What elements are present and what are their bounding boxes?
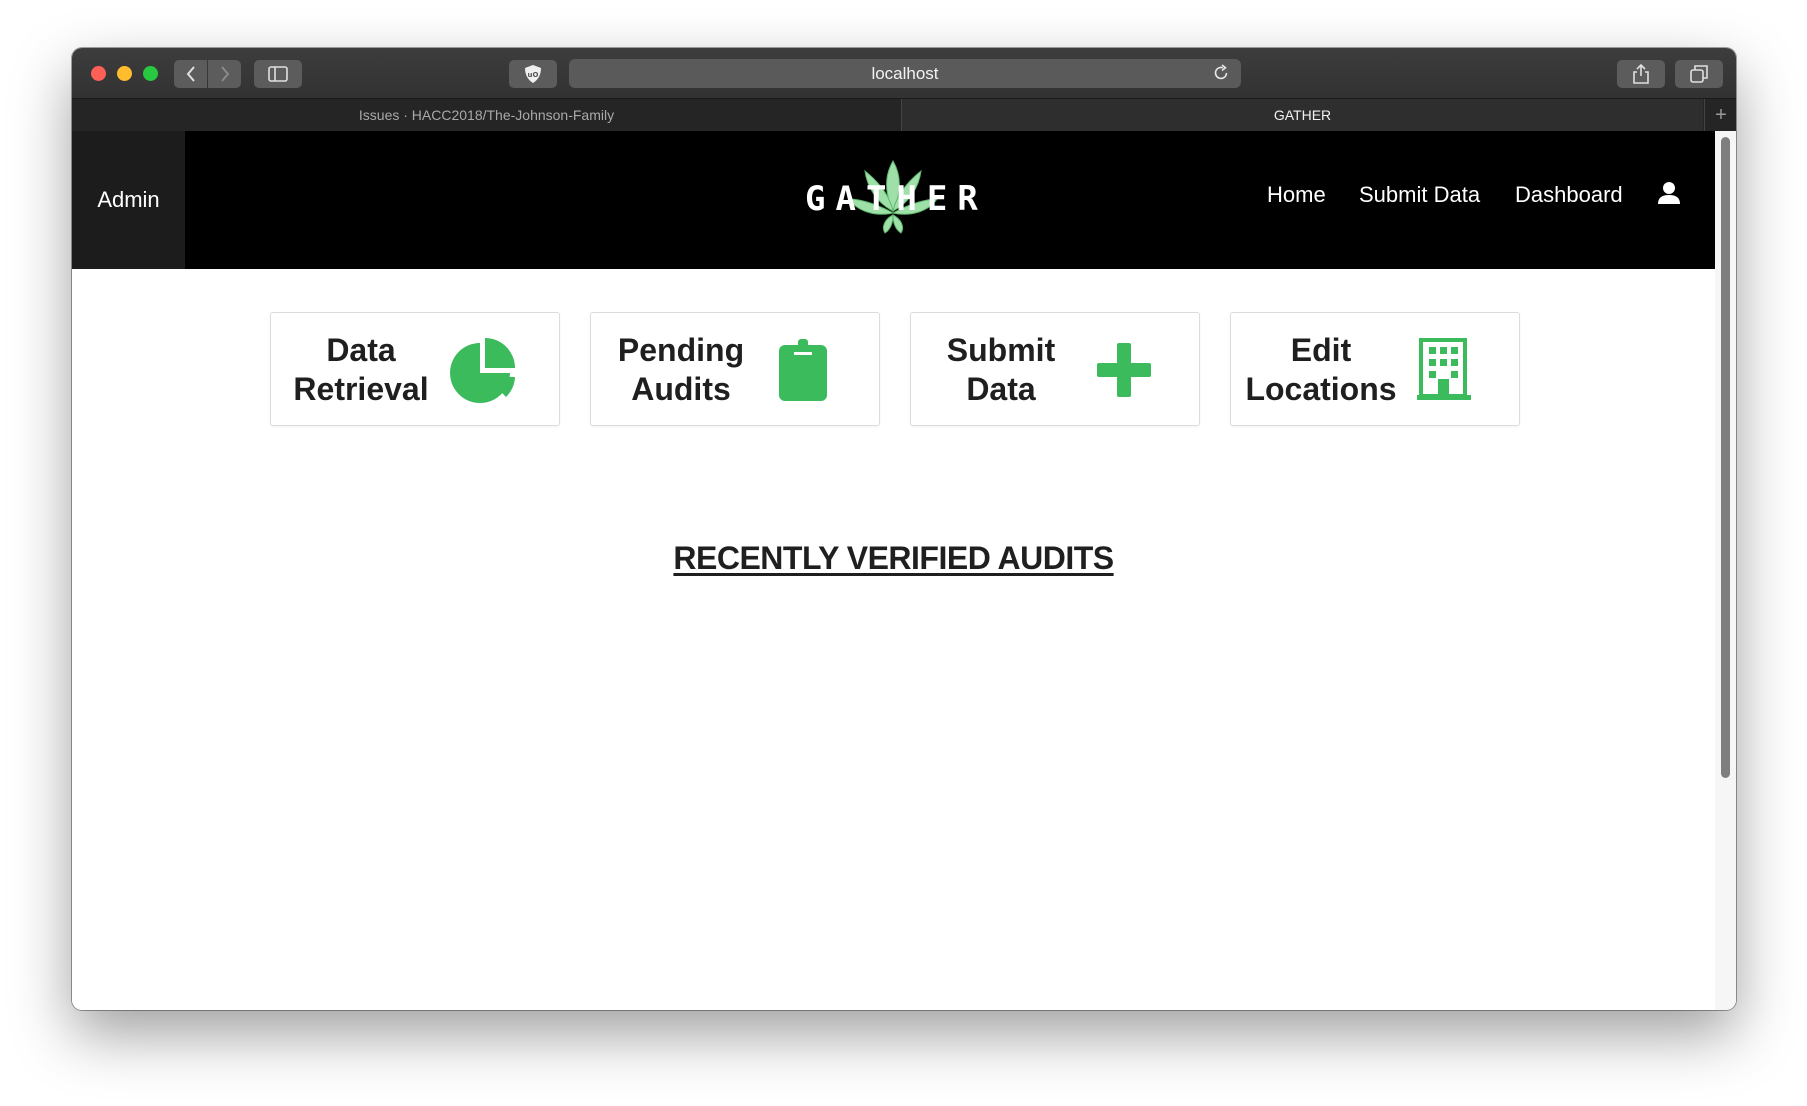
tab-overview-button[interactable]	[1675, 60, 1723, 88]
tab-label: Issues · HACC2018/The-Johnson-Family	[358, 107, 615, 123]
nav-dashboard[interactable]: Dashboard	[1515, 131, 1623, 259]
card-data-retrieval[interactable]: Data Retrieval	[270, 312, 560, 426]
card-label-line: Data	[966, 371, 1036, 407]
tab-label: GATHER	[1273, 107, 1332, 123]
card-label-line: Submit	[946, 332, 1056, 368]
sidebar-icon	[268, 66, 288, 82]
page-viewport: Admin GATHER Home Submit Data Dashboard …	[72, 131, 1715, 1010]
recently-verified-audits-heading: RECENTLY VERIFIED AUDITS	[673, 540, 1114, 576]
page-scrollbar[interactable]	[1715, 131, 1736, 1010]
browser-window: uO localhost Issues · HACC2018/The-Johns…	[72, 48, 1736, 1010]
nav-submit-data[interactable]: Submit Data	[1359, 131, 1480, 259]
card-label: Submit Data	[911, 331, 1091, 409]
tab-gather[interactable]: GATHER	[902, 99, 1703, 131]
site-header: Admin GATHER Home Submit Data Dashboard	[72, 131, 1715, 269]
card-label-line: Audits	[631, 371, 731, 407]
card-pending-audits[interactable]: Pending Audits	[590, 312, 880, 426]
chevron-right-icon	[220, 66, 229, 82]
card-edit-locations[interactable]: Edit Locations	[1230, 312, 1520, 426]
reload-icon[interactable]	[1211, 63, 1231, 83]
tabs-icon	[1690, 65, 1708, 83]
gather-logo[interactable]: GATHER	[805, 159, 981, 235]
address-bar[interactable]: localhost	[569, 59, 1241, 88]
sidebar-toggle-button[interactable]	[254, 60, 302, 88]
new-tab-button[interactable]: +	[1704, 99, 1736, 131]
back-button[interactable]	[174, 60, 207, 88]
logo-text: GATHER	[805, 179, 988, 219]
building-icon	[1417, 338, 1471, 400]
url-text: localhost	[871, 63, 939, 83]
chevron-left-icon	[186, 66, 195, 82]
scrollbar-thumb[interactable]	[1721, 137, 1730, 778]
close-window-button[interactable]	[91, 66, 106, 81]
card-label: Edit Locations	[1231, 331, 1411, 409]
card-label: Data Retrieval	[271, 331, 451, 409]
plus-icon	[1097, 343, 1151, 397]
plus-icon: +	[1715, 103, 1727, 126]
user-icon[interactable]	[1657, 181, 1681, 205]
pie-chart-icon	[450, 338, 515, 403]
card-submit-data[interactable]: Submit Data	[910, 312, 1200, 426]
minimize-window-button[interactable]	[117, 66, 132, 81]
card-label: Pending Audits	[591, 331, 771, 409]
share-icon	[1633, 64, 1649, 84]
browser-toolbar: uO localhost	[72, 48, 1736, 98]
shield-icon: uO	[525, 65, 541, 83]
forward-button[interactable]	[208, 60, 241, 88]
nav-home[interactable]: Home	[1267, 131, 1326, 259]
card-label-line: Locations	[1245, 371, 1397, 407]
admin-label: Admin	[97, 187, 160, 212]
card-label-line: Edit	[1290, 332, 1352, 368]
card-label-line: Retrieval	[293, 371, 429, 407]
admin-menu[interactable]: Admin	[72, 131, 185, 269]
share-button[interactable]	[1617, 60, 1665, 88]
svg-text:uO: uO	[528, 71, 539, 79]
tab-bar: Issues · HACC2018/The-Johnson-Family GAT…	[72, 98, 1736, 132]
tab-issues[interactable]: Issues · HACC2018/The-Johnson-Family	[72, 99, 902, 131]
clipboard-icon	[779, 339, 827, 401]
extension-button[interactable]: uO	[509, 60, 557, 88]
zoom-window-button[interactable]	[143, 66, 158, 81]
card-label-line: Data	[326, 332, 396, 368]
card-label-line: Pending	[617, 332, 745, 368]
